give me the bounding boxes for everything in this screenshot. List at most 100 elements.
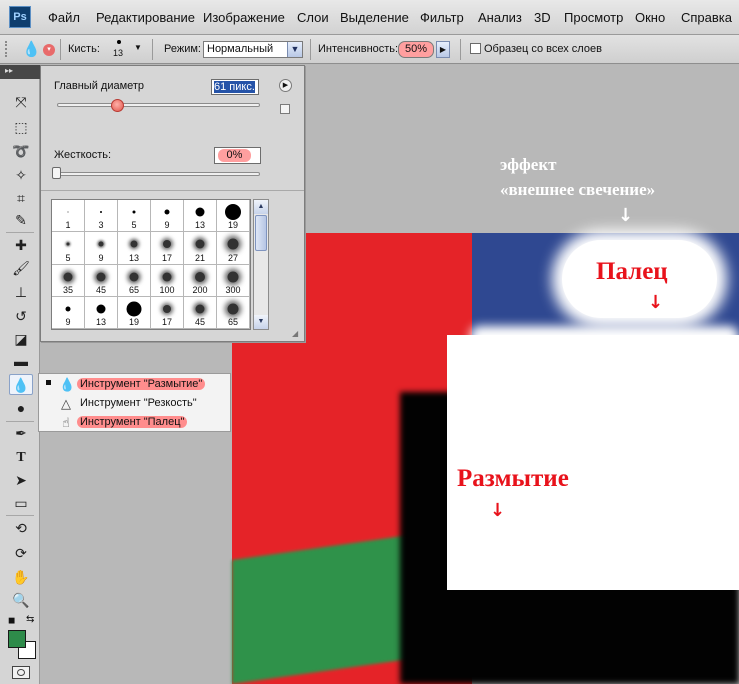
brush-preset-cell[interactable]: 9: [151, 200, 184, 233]
menu-file[interactable]: Файл: [48, 10, 80, 25]
intensity-input[interactable]: 50%: [398, 41, 434, 58]
brush-preset-cell[interactable]: 45: [184, 296, 217, 329]
presets-scrollbar[interactable]: ▲ ▼: [253, 199, 269, 330]
hardness-input[interactable]: 0%: [214, 147, 261, 164]
brush-preset-size: 17: [161, 252, 172, 263]
zoom-tool-icon[interactable]: 🔍: [9, 590, 33, 611]
magic-wand-tool-icon[interactable]: ✧: [9, 165, 33, 186]
menu-filter[interactable]: Фильтр: [420, 10, 464, 25]
flyout-item-blur[interactable]: 💧 Инструмент "Размытие": [39, 375, 230, 394]
eyedropper-tool-icon[interactable]: ✎: [9, 210, 33, 231]
brush-preset-cell[interactable]: 1: [52, 200, 85, 233]
brush-picker-arrow-icon[interactable]: ▼: [134, 43, 142, 52]
quick-mask-icon[interactable]: [12, 666, 30, 679]
reset-size-icon[interactable]: [280, 104, 290, 114]
menu-window[interactable]: Окно: [635, 10, 665, 25]
hardness-slider[interactable]: [55, 172, 260, 176]
brush-preset-size: 5: [65, 252, 71, 263]
tools-panel-header[interactable]: ▸▸: [0, 65, 40, 79]
brush-preset-cell[interactable]: 100: [151, 264, 184, 297]
flyout-item-sharpen[interactable]: △ Инструмент "Резкость": [39, 394, 230, 413]
brush-preset-size: 13: [194, 220, 205, 231]
foreground-color-swatch[interactable]: [8, 630, 26, 648]
brush-preset-cell[interactable]: 45: [85, 264, 118, 297]
history-brush-tool-icon[interactable]: ↺: [9, 306, 33, 327]
brush-preset-cell[interactable]: 9: [52, 296, 85, 329]
clone-stamp-tool-icon[interactable]: ⊥: [9, 282, 33, 303]
menu-analysis[interactable]: Анализ: [478, 10, 522, 25]
shape-tool-icon[interactable]: ▭: [9, 493, 33, 514]
move-tool-icon[interactable]: ⤧: [9, 92, 33, 113]
brush-preset-cell[interactable]: 13: [118, 232, 151, 265]
gradient-tool-icon[interactable]: ▬: [9, 351, 33, 372]
marquee-tool-icon[interactable]: ⬚: [9, 117, 33, 138]
brush-preset-cell[interactable]: 65: [217, 296, 250, 329]
flyout-item-label: Инструмент "Резкость": [80, 397, 197, 409]
sample-all-layers-checkbox[interactable]: [470, 43, 481, 54]
scroll-down-icon[interactable]: ▼: [254, 315, 268, 329]
brush-preset-cell[interactable]: 19: [118, 296, 151, 329]
brush-preset-size: 17: [161, 317, 172, 327]
brush-preset-cell[interactable]: 5: [118, 200, 151, 233]
panel-menu-icon[interactable]: ▶: [279, 79, 292, 92]
scrollbar-thumb[interactable]: [255, 215, 267, 251]
diameter-slider[interactable]: [57, 103, 260, 107]
brush-preview-icon[interactable]: [117, 40, 121, 44]
healing-brush-tool-icon[interactable]: ✚: [9, 235, 33, 256]
brush-preset-cell[interactable]: 19: [217, 200, 250, 233]
master-diameter-input[interactable]: 61 пикс.: [211, 79, 259, 95]
hand-tool-icon[interactable]: ✋: [9, 567, 33, 588]
brush-preset-cell[interactable]: 5: [52, 232, 85, 265]
eraser-tool-icon[interactable]: ◪: [9, 329, 33, 350]
menu-help[interactable]: Справка: [681, 10, 732, 25]
brush-preset-cell[interactable]: 65: [118, 264, 151, 297]
brush-preset-cell[interactable]: 17: [151, 232, 184, 265]
3d-rotate-tool-icon[interactable]: ⟲: [9, 518, 33, 539]
brush-tool-icon[interactable]: 🖌: [9, 258, 33, 279]
brush-preset-size: 21: [194, 252, 205, 263]
collapse-icon[interactable]: ▸▸: [5, 66, 13, 75]
type-tool-icon[interactable]: T: [9, 447, 33, 468]
brush-preset-cell[interactable]: 200: [184, 264, 217, 297]
hardness-slider-thumb[interactable]: [52, 167, 61, 179]
brush-preset-cell[interactable]: 21: [184, 232, 217, 265]
brush-preset-cell[interactable]: 17: [151, 296, 184, 329]
brush-preset-cell[interactable]: 35: [52, 264, 85, 297]
intensity-slider-arrow-icon[interactable]: ▶: [436, 41, 450, 58]
intensity-label: Интенсивность:: [318, 43, 399, 55]
menu-view[interactable]: Просмотр: [564, 10, 623, 25]
pen-tool-icon[interactable]: ✒: [9, 423, 33, 444]
menu-select[interactable]: Выделение: [340, 10, 409, 25]
blur-tool-preset-icon[interactable]: 💧: [22, 40, 41, 58]
brush-preset-cell[interactable]: 13: [184, 200, 217, 233]
menu-image[interactable]: Изображение: [203, 10, 285, 25]
resize-grip-icon[interactable]: ◢: [292, 329, 302, 339]
brush-preset-size: 19: [128, 317, 139, 327]
brush-preset-cell[interactable]: 27: [217, 232, 250, 265]
brush-tip-icon: [96, 304, 106, 314]
brush-preset-size: 27: [227, 252, 238, 263]
brush-preset-cell[interactable]: 300: [217, 264, 250, 297]
mode-select[interactable]: Нормальный ▼: [203, 41, 303, 58]
brush-preset-cell[interactable]: 13: [85, 296, 118, 329]
lasso-tool-icon[interactable]: ➰: [9, 141, 33, 162]
path-selection-tool-icon[interactable]: ➤: [9, 470, 33, 491]
scroll-up-icon[interactable]: ▲: [254, 200, 268, 214]
menu-layers[interactable]: Слои: [297, 10, 329, 25]
brush-tip-icon: [195, 271, 205, 282]
default-colors-icon[interactable]: ◼: [8, 615, 15, 626]
menu-edit[interactable]: Редактирование: [96, 10, 195, 25]
brush-preset-cell[interactable]: 9: [85, 232, 118, 265]
chevron-down-icon[interactable]: ▼: [287, 42, 302, 57]
flyout-item-smudge[interactable]: ☝ Инструмент "Палец": [39, 413, 230, 432]
dodge-tool-icon[interactable]: ●: [9, 398, 33, 419]
3d-orbit-tool-icon[interactable]: ⟳: [9, 543, 33, 564]
menu-3d[interactable]: 3D: [534, 10, 551, 25]
swap-colors-icon[interactable]: ⇆: [26, 614, 34, 625]
tool-preset-dropdown-icon[interactable]: ▾: [43, 44, 55, 56]
diameter-slider-thumb[interactable]: [111, 99, 124, 112]
blur-tool-icon[interactable]: 💧: [9, 374, 33, 395]
photoshop-logo[interactable]: Ps: [9, 6, 31, 28]
crop-tool-icon[interactable]: ⌗: [9, 188, 33, 209]
brush-preset-cell[interactable]: 3: [85, 200, 118, 233]
